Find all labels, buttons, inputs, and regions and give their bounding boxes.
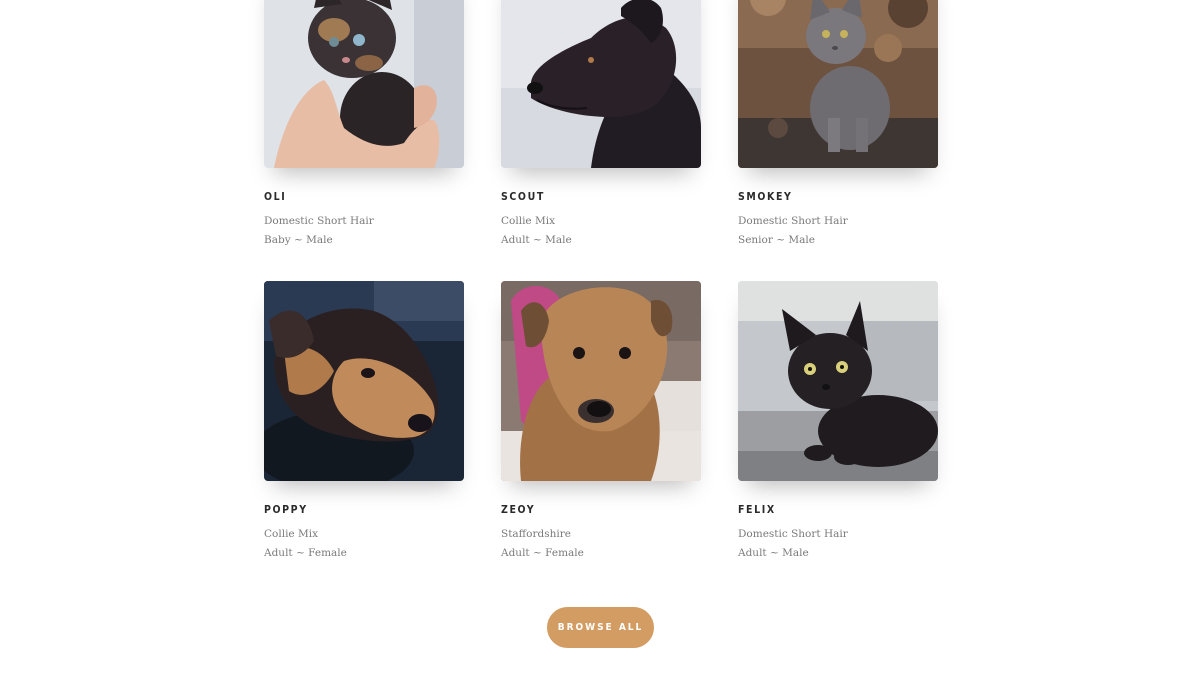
pet-listing-page: OLI Domestic Short Hair Baby ~ Male SCOU… [0,0,1200,675]
pet-age: Baby [264,234,291,246]
pet-name[interactable]: OLI [264,190,464,204]
pet-age-sex: Adult ~ Female [501,546,701,560]
pet-age: Adult [738,547,767,559]
pet-breed: Collie Mix [264,528,319,540]
pet-age-sex: Senior ~ Male [738,233,938,247]
pet-breed: Domestic Short Hair [264,215,374,227]
kitten-in-hand-photo [264,0,464,168]
pet-card-oli[interactable]: OLI Domestic Short Hair Baby ~ Male [264,0,464,247]
pet-age: Adult [501,547,530,559]
pet-photo[interactable] [501,281,701,481]
pet-age: Adult [501,234,530,246]
pet-breed: Domestic Short Hair [738,215,848,227]
gray-cat-sitting-photo [738,0,938,168]
pet-name[interactable]: SCOUT [501,190,701,204]
browse-all-button[interactable]: BROWSE ALL [547,607,654,648]
pet-name[interactable]: ZEOY [501,503,701,517]
pet-grid: OLI Domestic Short Hair Baby ~ Male SCOU… [264,0,938,560]
tricolor-dog-face-photo [264,281,464,481]
pet-card-poppy[interactable]: POPPY Collie Mix Adult ~ Female [264,281,464,560]
pet-photo[interactable] [738,281,938,481]
pet-photo[interactable] [738,0,938,168]
pet-card-zeoy[interactable]: ZEOY Staffordshire Adult ~ Female [501,281,701,560]
pet-age: Senior [738,234,773,246]
meta-separator: ~ [529,547,546,559]
meta-separator: ~ [292,547,309,559]
pet-breed: Staffordshire [501,528,571,540]
pet-age-sex: Baby ~ Male [264,233,464,247]
tan-dog-harness-photo [501,281,701,481]
meta-separator: ~ [529,234,546,246]
pet-age-sex: Adult ~ Female [264,546,464,560]
pet-sex: Male [306,234,333,246]
black-dog-profile-photo [501,0,701,168]
black-kitten-photo [738,281,938,481]
meta-separator: ~ [290,234,307,246]
pet-photo[interactable] [501,0,701,168]
pet-sex: Male [782,547,809,559]
pet-card-felix[interactable]: FELIX Domestic Short Hair Adult ~ Male [738,281,938,560]
pet-sex: Female [545,547,584,559]
pet-sex: Female [308,547,347,559]
meta-separator: ~ [766,547,783,559]
pet-photo[interactable] [264,281,464,481]
pet-breed: Collie Mix [501,215,556,227]
pet-age-sex: Adult ~ Male [501,233,701,247]
pet-name[interactable]: FELIX [738,503,938,517]
pet-photo[interactable] [264,0,464,168]
pet-age-sex: Adult ~ Male [738,546,938,560]
meta-separator: ~ [772,234,789,246]
pet-breed: Domestic Short Hair [738,528,848,540]
pet-sex: Male [545,234,572,246]
pet-sex: Male [788,234,815,246]
pet-age: Adult [264,547,293,559]
pet-name[interactable]: POPPY [264,503,464,517]
pet-card-scout[interactable]: SCOUT Collie Mix Adult ~ Male [501,0,701,247]
pet-name[interactable]: SMOKEY [738,190,938,204]
pet-card-smokey[interactable]: SMOKEY Domestic Short Hair Senior ~ Male [738,0,938,247]
